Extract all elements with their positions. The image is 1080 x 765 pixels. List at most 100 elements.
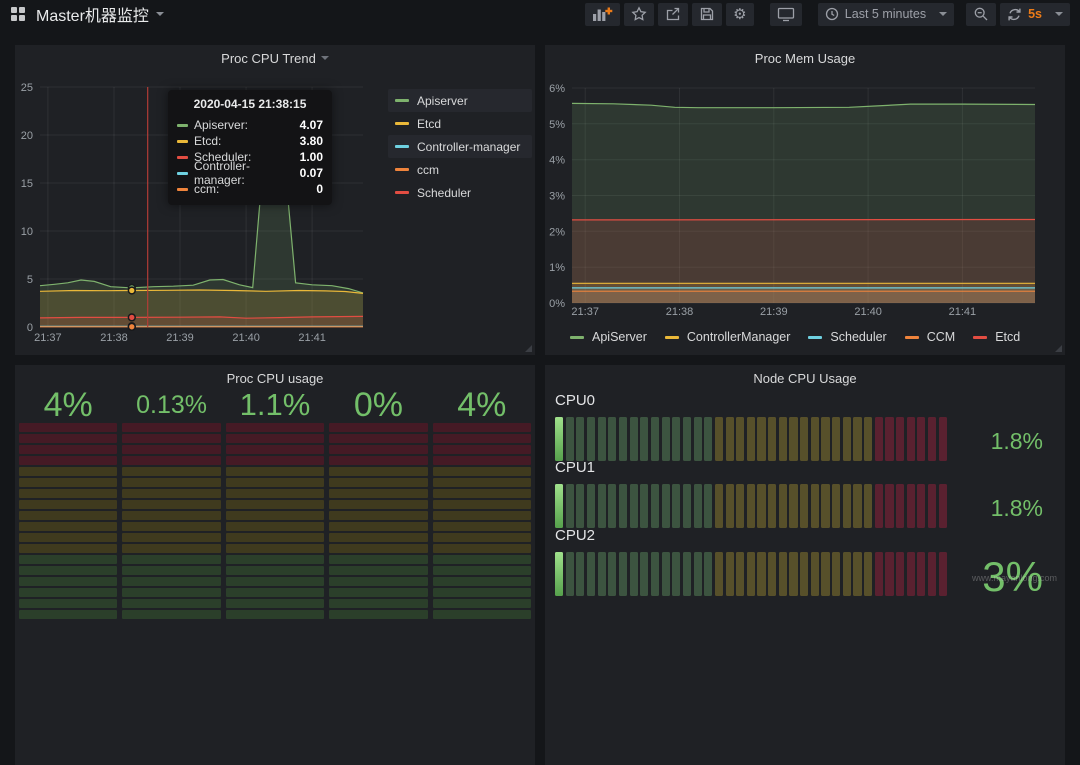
svg-text:21:37: 21:37 <box>571 306 599 318</box>
hover-point <box>128 314 135 321</box>
gauge-segment <box>122 511 220 520</box>
gauge-segment <box>704 552 712 596</box>
gauge-segment <box>853 552 861 596</box>
chart-canvas: 21:3721:3821:3921:4021:410%1%2%3%4%5%6% <box>545 45 1065 355</box>
gauge-segment <box>853 417 861 461</box>
gauge-segment <box>630 417 638 461</box>
panel-title-node-cpu-usage[interactable]: Node CPU Usage <box>545 365 1065 391</box>
gauge-segment <box>651 552 659 596</box>
svg-text:21:39: 21:39 <box>760 306 788 318</box>
refresh-button[interactable]: 5s <box>1000 3 1070 26</box>
horizontal-bar-gauge <box>555 552 947 596</box>
settings-button[interactable]: ⚙ <box>726 3 754 26</box>
gauge-segment <box>683 417 691 461</box>
gauge-segment-lit <box>555 552 563 596</box>
share-button[interactable] <box>658 3 688 26</box>
gauge-segment <box>779 484 787 528</box>
gauge-column <box>122 423 220 619</box>
gauge-segment <box>864 552 872 596</box>
panel-resize-handle[interactable] <box>1055 345 1062 352</box>
gauge-segment <box>122 434 220 443</box>
gauge-segment <box>19 500 117 509</box>
proc-mem-usage-graph[interactable]: 21:3721:3821:3921:4021:410%1%2%3%4%5%6% <box>545 45 1065 355</box>
legend-color-dash <box>973 336 987 339</box>
gauge-segment <box>640 484 648 528</box>
tv-kiosk-button[interactable] <box>770 3 802 26</box>
gauge-segment <box>226 599 324 608</box>
gauge-segment <box>662 484 670 528</box>
star-button[interactable] <box>624 3 654 26</box>
gauge-segment <box>329 610 427 619</box>
gauge-segment <box>19 467 117 476</box>
legend-item-Scheduler[interactable]: Scheduler <box>808 330 886 344</box>
gauge-segment <box>122 610 220 619</box>
gauge-segment <box>329 555 427 564</box>
gauge-segment <box>19 489 117 498</box>
apps-grid-icon[interactable] <box>10 6 26 22</box>
gauge-segment <box>587 552 595 596</box>
gauge-segment <box>875 417 883 461</box>
save-button[interactable] <box>692 3 722 26</box>
zoom-out-button[interactable] <box>966 3 996 26</box>
time-range-picker[interactable]: Last 5 minutes <box>818 3 954 26</box>
gauge-column <box>433 423 531 619</box>
refresh-interval-label: 5s <box>1028 7 1042 21</box>
gauge-segment <box>928 417 936 461</box>
legend-item-Controller-manager[interactable]: Controller-manager <box>388 135 532 158</box>
gauge-segment <box>433 456 531 465</box>
gauge-segment <box>19 555 117 564</box>
tooltip-color-dash <box>177 156 188 159</box>
add-panel-button[interactable] <box>585 3 620 26</box>
dashboard-title-dropdown[interactable]: Master机器监控 <box>36 2 164 26</box>
gauge-segment <box>19 478 117 487</box>
gauge-segment <box>843 484 851 528</box>
legend-item-Etcd[interactable]: Etcd <box>388 112 448 135</box>
gauge-segment <box>896 552 904 596</box>
gauge-segment <box>907 417 915 461</box>
gauge-segment <box>329 566 427 575</box>
stat-values-row: 4%0.13%1.1%0%4% <box>19 385 531 425</box>
graph-legend: Apiserver Etcd Controller-manager ccm Schedu… <box>388 89 532 204</box>
legend-label: Scheduler <box>417 186 471 200</box>
gauge-segment <box>433 566 531 575</box>
legend-label: Etcd <box>417 117 441 131</box>
refresh-icon <box>1007 7 1022 22</box>
gauge-segment <box>329 522 427 531</box>
gauge-segment <box>122 522 220 531</box>
legend-item-ccm[interactable]: ccm <box>388 158 446 181</box>
svg-text:25: 25 <box>21 82 33 94</box>
legend-item-Etcd[interactable]: Etcd <box>973 330 1020 344</box>
legend-item-Scheduler[interactable]: Scheduler <box>388 181 478 204</box>
gauge-segment <box>329 544 427 553</box>
gauge-segment <box>789 484 797 528</box>
panel-resize-handle[interactable] <box>525 345 532 352</box>
gauge-segment <box>576 552 584 596</box>
legend-label: ApiServer <box>592 330 647 344</box>
legend-item-Apiserver[interactable]: Apiserver <box>388 89 532 112</box>
caret-down-icon <box>1055 12 1063 20</box>
gauge-segment <box>832 417 840 461</box>
gauge-segment <box>598 484 606 528</box>
legend-item-CCM[interactable]: CCM <box>905 330 955 344</box>
svg-text:15: 15 <box>21 178 33 190</box>
gauge-segment <box>779 552 787 596</box>
legend-item-ApiServer[interactable]: ApiServer <box>570 330 647 344</box>
gauge-segment <box>768 484 776 528</box>
svg-text:21:40: 21:40 <box>232 332 260 344</box>
gauge-segment <box>122 599 220 608</box>
tooltip-series-value: 3.80 <box>300 134 323 148</box>
gauge-segment <box>19 599 117 608</box>
legend-label: Scheduler <box>830 330 886 344</box>
gauge-segment <box>587 417 595 461</box>
svg-text:6%: 6% <box>549 83 565 95</box>
gauge-segment <box>811 417 819 461</box>
legend-item-ControllerManager[interactable]: ControllerManager <box>665 330 791 344</box>
clock-icon <box>825 7 839 21</box>
caret-down-icon <box>156 12 164 20</box>
gauge-segment <box>329 577 427 586</box>
legend-label: ccm <box>417 163 439 177</box>
panel-title-text: Node CPU Usage <box>753 371 856 386</box>
tooltip-series-label: Etcd: <box>194 134 221 148</box>
add-panel-icon <box>592 6 613 22</box>
svg-text:20: 20 <box>21 130 33 142</box>
